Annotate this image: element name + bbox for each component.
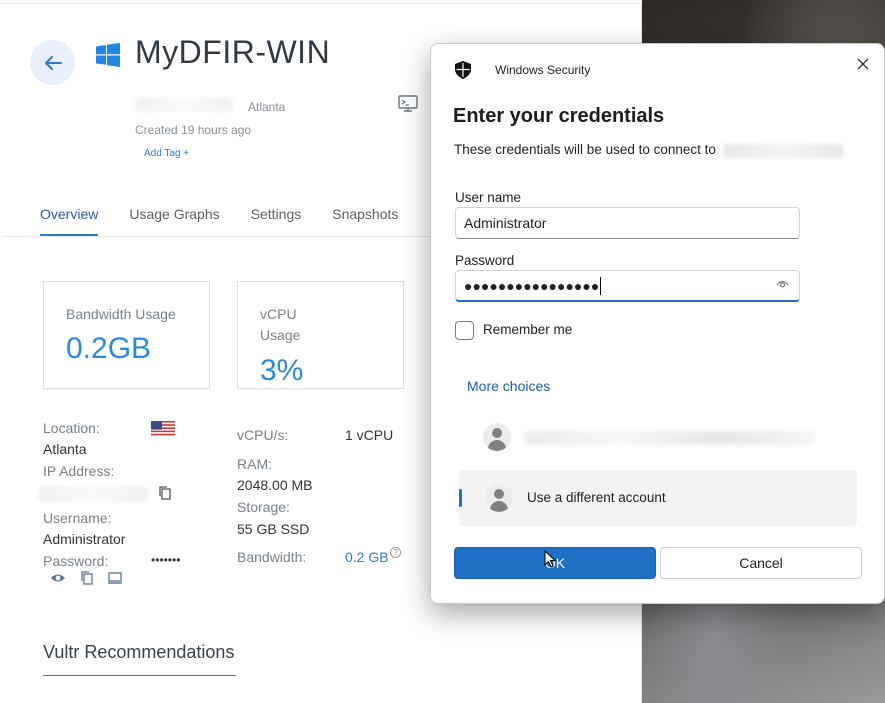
- redacted-host: [723, 144, 843, 158]
- vcpus-value: 1 vCPU: [345, 427, 394, 443]
- mouse-cursor-icon: [544, 550, 556, 568]
- add-tag-link[interactable]: Add Tag +: [144, 148, 189, 159]
- dialog-title: Enter your credentials: [453, 105, 665, 127]
- password-label: Password:: [43, 553, 109, 569]
- username-label: Username:: [43, 510, 112, 526]
- password-masked: •••••••: [151, 553, 181, 567]
- username-value: Administrator: [43, 531, 126, 547]
- server-title: MyDFIR-WIN: [135, 34, 331, 70]
- bandwidth-card-value: 0.2GB: [66, 332, 152, 365]
- more-choices-link[interactable]: More choices: [467, 378, 550, 394]
- dialog-app-name: Windows Security: [495, 63, 591, 77]
- recommendations-underline: [43, 675, 236, 676]
- text-caret: [600, 276, 602, 295]
- help-icon[interactable]: ?: [390, 547, 401, 558]
- user-avatar-icon: [485, 484, 513, 512]
- copy-password-icon[interactable]: [79, 570, 95, 586]
- ip-address-label: IP Address:: [43, 463, 115, 479]
- shield-icon: [455, 61, 471, 79]
- close-icon[interactable]: [853, 54, 873, 74]
- redacted-ip: [135, 98, 233, 112]
- different-account-label: Use a different account: [527, 490, 666, 505]
- tab-usage-graphs[interactable]: Usage Graphs: [129, 206, 219, 236]
- password-field-value: ●●●●●●●●●●●●●●●●: [464, 277, 600, 294]
- arrow-left-icon: [44, 55, 62, 70]
- us-flag-icon: [151, 421, 175, 437]
- eye-icon[interactable]: [50, 570, 66, 586]
- password-field[interactable]: ●●●●●●●●●●●●●●●●: [455, 270, 800, 302]
- bandwidth-value: 0.2 GB: [345, 549, 389, 565]
- bandwidth-card: Bandwidth Usage 0.2GB: [43, 281, 210, 389]
- recommendations-title: Vultr Recommendations: [43, 642, 235, 662]
- storage-label: Storage:: [237, 499, 290, 515]
- top-bar: [0, 0, 642, 4]
- bandwidth-card-label: Bandwidth Usage: [66, 306, 176, 322]
- different-account-option[interactable]: Use a different account: [459, 470, 857, 526]
- ram-label: RAM:: [237, 456, 272, 472]
- user-avatar-icon: [483, 423, 511, 451]
- vcpu-card: vCPU Usage 3%: [237, 281, 404, 389]
- tab-snapshots[interactable]: Snapshots: [332, 206, 398, 236]
- back-button[interactable]: [30, 40, 75, 85]
- password-field-label: Password: [455, 253, 515, 268]
- created-time: Created 19 hours ago: [135, 123, 252, 137]
- console-icon[interactable]: [398, 95, 418, 113]
- bandwidth-label: Bandwidth:: [237, 549, 307, 565]
- storage-value: 55 GB SSD: [237, 521, 310, 537]
- credentials-dialog: Windows Security Enter your credentials …: [430, 43, 885, 604]
- tab-overview[interactable]: Overview: [40, 206, 99, 236]
- windows-logo-icon: [96, 43, 120, 67]
- remember-me-label[interactable]: Remember me: [483, 322, 572, 337]
- vcpu-card-value: 3%: [260, 354, 304, 387]
- copy-icon[interactable]: [157, 485, 173, 501]
- redacted-ip-address: [38, 486, 148, 502]
- server-location: Atlanta: [248, 100, 286, 114]
- saved-account-option[interactable]: [459, 411, 857, 467]
- tab-settings[interactable]: Settings: [251, 206, 302, 236]
- vcpu-card-label-line2: Usage: [260, 327, 301, 343]
- server-tabs: Overview Usage Graphs Settings Snapshots…: [40, 206, 470, 236]
- reveal-password-icon[interactable]: [776, 279, 789, 289]
- vcpu-card-label: vCPU Usage: [260, 304, 300, 346]
- location-label: Location:: [43, 420, 100, 436]
- vcpus-label: vCPU/s:: [237, 427, 289, 443]
- location-value: Atlanta: [43, 441, 87, 457]
- redacted-account-name: [525, 431, 815, 445]
- ram-value: 2048.00 MB: [237, 477, 313, 493]
- dialog-subtitle: These credentials will be used to connec…: [454, 142, 716, 157]
- selection-indicator: [459, 489, 462, 507]
- vcpu-card-label-line1: vCPU: [260, 306, 297, 322]
- username-field-value: Administrator: [464, 215, 547, 231]
- cancel-button[interactable]: Cancel: [660, 547, 862, 579]
- username-field-label: User name: [455, 190, 522, 205]
- username-field[interactable]: Administrator: [455, 207, 800, 239]
- monitor-icon[interactable]: [107, 570, 123, 586]
- remember-me-checkbox[interactable]: [455, 321, 474, 340]
